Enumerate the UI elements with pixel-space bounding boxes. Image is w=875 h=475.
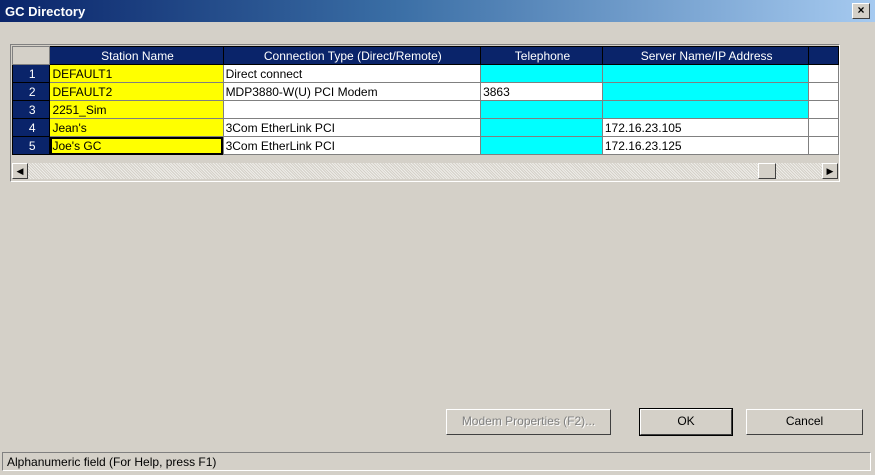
table-row: 2 DEFAULT2 MDP3880-W(U) PCI Modem 3863 [11, 82, 839, 101]
column-header-telephone[interactable]: Telephone [480, 46, 603, 65]
left-arrow-icon: ◀ [16, 166, 24, 176]
ok-button[interactable]: OK [639, 408, 733, 436]
row-number[interactable]: 1 [11, 64, 51, 83]
directory-grid: Station Name Connection Type (Direct/Rem… [10, 44, 840, 182]
scroll-left-button[interactable]: ◀ [12, 163, 28, 179]
connection-type-cell[interactable]: Direct connect [222, 64, 482, 83]
station-name-cell[interactable]: Jean's [49, 118, 224, 137]
row-number[interactable]: 3 [11, 100, 51, 119]
server-address-cell[interactable]: 172.16.23.105 [601, 118, 810, 137]
column-header-connection-type[interactable]: Connection Type (Direct/Remote) [222, 46, 482, 65]
close-button[interactable]: × [852, 3, 870, 19]
row-number[interactable]: 2 [11, 82, 51, 101]
horizontal-scrollbar[interactable]: ◀ ▶ [12, 163, 838, 179]
table-row: 5 Joe's GC 3Com EtherLink PCI 172.16.23.… [11, 136, 839, 155]
telephone-cell[interactable] [480, 118, 603, 137]
extra-cell[interactable] [808, 100, 839, 119]
cancel-button[interactable]: Cancel [746, 409, 863, 435]
server-address-cell[interactable] [601, 64, 810, 83]
extra-cell[interactable] [808, 118, 839, 137]
scroll-thumb[interactable] [758, 163, 776, 179]
station-name-cell[interactable]: DEFAULT1 [49, 64, 224, 83]
station-name-cell[interactable]: Joe's GC [49, 136, 224, 155]
table-row: 1 DEFAULT1 Direct connect [11, 64, 839, 83]
status-text: Alphanumeric field (For Help, press F1) [7, 455, 217, 469]
column-header-server-name[interactable]: Server Name/IP Address [601, 46, 810, 65]
telephone-cell[interactable] [480, 64, 603, 83]
title-bar: GC Directory × [0, 0, 875, 22]
station-name-cell[interactable]: DEFAULT2 [49, 82, 224, 101]
close-icon: × [857, 3, 865, 17]
column-header-extra[interactable] [808, 46, 839, 65]
telephone-cell[interactable] [480, 100, 603, 119]
table-row: 4 Jean's 3Com EtherLink PCI 172.16.23.10… [11, 118, 839, 137]
scroll-right-button[interactable]: ▶ [822, 163, 838, 179]
telephone-cell[interactable] [480, 136, 603, 155]
connection-type-cell[interactable]: 3Com EtherLink PCI [222, 118, 482, 137]
telephone-cell[interactable]: 3863 [480, 82, 603, 101]
station-name-cell[interactable]: 2251_Sim [49, 100, 224, 119]
server-address-cell[interactable] [601, 82, 810, 101]
row-number[interactable]: 4 [11, 118, 51, 137]
directory-table: Station Name Connection Type (Direct/Rem… [11, 46, 839, 155]
connection-type-cell[interactable] [222, 100, 482, 119]
server-address-cell[interactable] [601, 100, 810, 119]
grid-corner[interactable] [11, 46, 51, 65]
table-row: 3 2251_Sim [11, 100, 839, 119]
extra-cell[interactable] [808, 136, 839, 155]
column-header-station-name[interactable]: Station Name [49, 46, 224, 65]
status-bar: Alphanumeric field (For Help, press F1) [2, 452, 871, 471]
connection-type-cell[interactable]: 3Com EtherLink PCI [222, 136, 482, 155]
modem-properties-button[interactable]: Modem Properties (F2)... [446, 409, 611, 435]
connection-type-cell[interactable]: MDP3880-W(U) PCI Modem [222, 82, 482, 101]
right-arrow-icon: ▶ [826, 166, 834, 176]
extra-cell[interactable] [808, 64, 839, 83]
row-number[interactable]: 5 [11, 136, 51, 155]
extra-cell[interactable] [808, 82, 839, 101]
window-title: GC Directory [5, 4, 86, 19]
server-address-cell[interactable]: 172.16.23.125 [601, 136, 810, 155]
